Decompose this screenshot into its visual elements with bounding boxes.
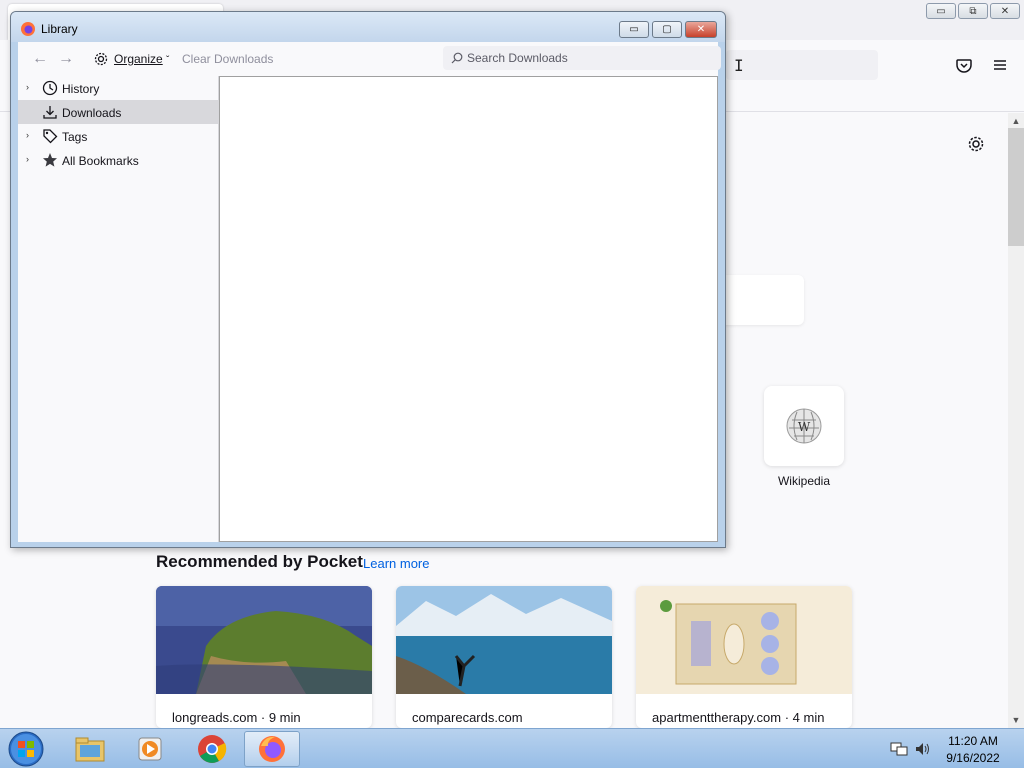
taskbar: 11:20 AM 9/16/2022 [0,728,1024,768]
clock-date[interactable]: 9/16/2022 [944,751,1002,765]
pocket-card-image [636,586,852,694]
back-arrow-icon[interactable]: ← [32,50,48,68]
chrome-icon [198,735,227,763]
clock-time[interactable]: 11:20 AM [944,734,1002,748]
forward-arrow-icon[interactable]: → [58,50,74,68]
organize-button[interactable]: Organize ˇ [114,52,169,66]
taskbar-explorer[interactable] [62,731,118,767]
browser-minimize-button[interactable]: ▭ [926,3,956,19]
gear-icon[interactable] [93,51,109,67]
search-placeholder: Search Downloads [467,51,568,65]
tree-item-downloads[interactable]: Downloads [18,100,218,124]
pocket-card-source: longreads.com · 9 min [172,710,301,725]
tree-item-tags[interactable]: › Tags [18,124,218,148]
search-downloads-input[interactable]: Search Downloads [443,46,721,70]
pocket-card-source: apartmenttherapy.com · 4 min [652,710,825,725]
clear-downloads-button[interactable]: Clear Downloads [182,52,273,66]
library-window: Library ▭ ▢ ✕ ← → Organize ˇ Clear Downl… [10,11,726,548]
network-icon[interactable] [890,741,908,757]
browser-close-button[interactable]: ✕ [990,3,1020,19]
topsite-label: Wikipedia [777,474,831,488]
library-titlebar[interactable]: Library ▭ ▢ ✕ [11,12,725,42]
tree-item-label: Downloads [62,106,122,120]
wikipedia-globe-icon: W [786,408,822,444]
browser-restore-button[interactable]: ⧉ [958,3,988,19]
pocket-card-image [156,586,372,694]
tree-item-history[interactable]: › History [18,76,218,100]
pocket-icon[interactable] [954,55,974,75]
firefox-icon [21,22,35,36]
pocket-card[interactable]: comparecards.com [396,586,612,728]
gear-icon[interactable] [966,134,986,154]
scrollbar-thumb[interactable] [1008,128,1024,246]
tree-item-all-bookmarks[interactable]: › All Bookmarks [18,148,218,172]
text-cursor-icon: I [734,56,744,75]
hamburger-menu-icon[interactable] [990,55,1010,75]
taskbar-chrome[interactable] [184,731,240,767]
library-toolbar: ← → Organize ˇ Clear Downloads Search Do… [18,42,721,76]
library-sidebar: › History Downloads › Tags › All Bookmar… [18,76,219,542]
clock-icon [42,80,58,96]
tree-item-label: History [62,82,100,96]
tree-item-label: Tags [62,130,88,144]
chevron-right-icon[interactable]: › [26,130,29,140]
taskbar-firefox[interactable] [244,731,300,767]
windows-start-icon[interactable] [6,730,46,768]
firefox-icon [259,736,285,762]
library-title: Library [41,22,78,36]
pocket-card-image [396,586,612,694]
media-player-icon [138,737,162,761]
download-icon [43,106,57,119]
pocket-learn-more-link[interactable]: Learn more [363,556,429,571]
chevron-right-icon[interactable]: › [26,82,29,92]
svg-text:W: W [798,420,811,434]
library-maximize-button[interactable]: ▢ [652,21,682,38]
scroll-down-icon[interactable]: ▼ [1008,713,1024,727]
library-close-button[interactable]: ✕ [685,21,717,38]
library-minimize-button[interactable]: ▭ [619,21,649,38]
scroll-up-icon[interactable]: ▲ [1008,114,1024,128]
volume-icon[interactable] [914,741,932,757]
pocket-heading: Recommended by Pocket [156,552,363,571]
downloads-list[interactable] [219,76,718,542]
tag-icon [43,129,58,144]
address-bar[interactable] [726,50,878,80]
pocket-card[interactable]: apartmenttherapy.com · 4 min [636,586,852,728]
star-icon [43,153,57,167]
taskbar-media-player[interactable] [122,731,178,767]
pocket-card[interactable]: longreads.com · 9 min [156,586,372,728]
chevron-down-icon: ˇ [166,55,170,66]
tree-item-label: All Bookmarks [62,154,139,168]
pocket-card-source: comparecards.com [412,710,523,725]
chevron-right-icon[interactable]: › [26,154,29,164]
search-icon [451,52,463,64]
windows-explorer-icon [75,737,105,762]
topsite-wikipedia[interactable]: W [764,386,844,466]
